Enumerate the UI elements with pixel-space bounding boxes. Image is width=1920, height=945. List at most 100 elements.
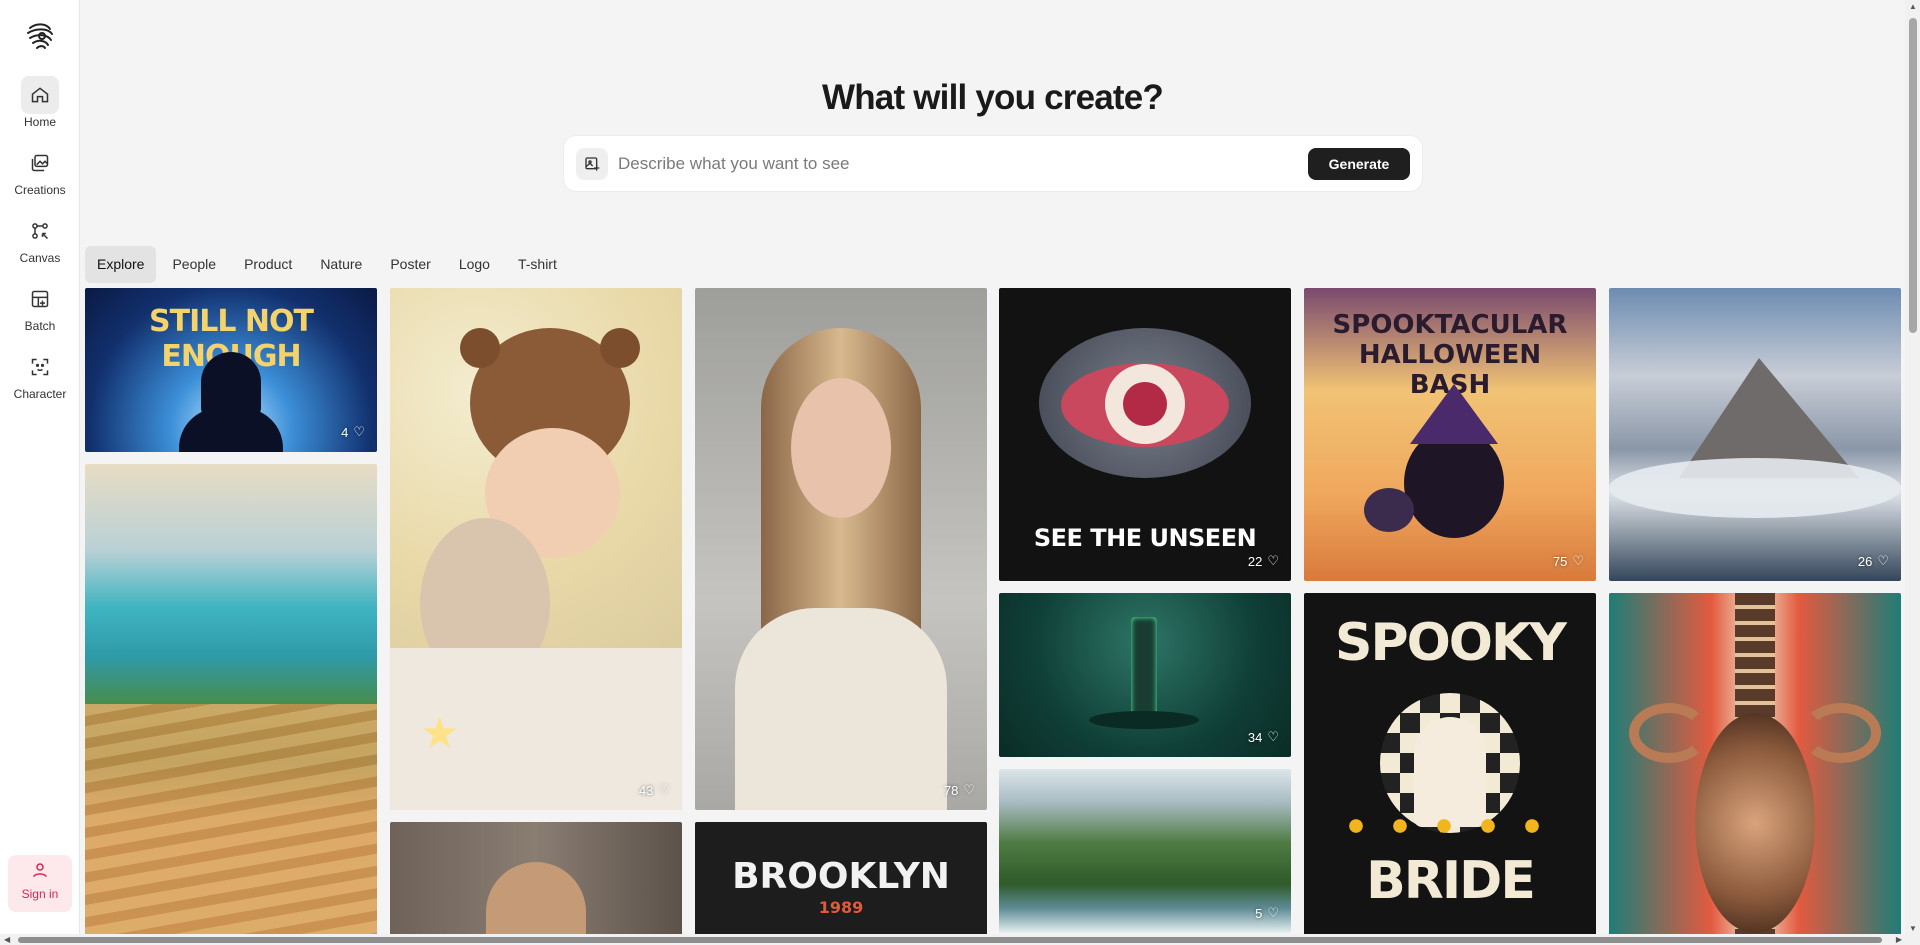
sidebar-item-label: Creations bbox=[14, 183, 66, 197]
scroll-right-icon[interactable]: ▶ bbox=[1896, 935, 1902, 944]
category-tabs: Explore People Product Nature Poster Log… bbox=[85, 246, 569, 283]
like-count[interactable]: 5 ♡ bbox=[1255, 905, 1279, 921]
images-icon bbox=[21, 144, 59, 182]
heart-icon: ♡ bbox=[1267, 729, 1279, 744]
card-art-text: BROOKLYN bbox=[732, 856, 950, 897]
tab-tshirt[interactable]: T-shirt bbox=[506, 246, 569, 283]
sidebar-item-creations[interactable]: Creations bbox=[0, 144, 80, 204]
sidebar-item-canvas[interactable]: Canvas bbox=[0, 212, 80, 272]
sign-in-button[interactable]: Sign in bbox=[8, 855, 72, 912]
brand-logo-icon[interactable] bbox=[24, 20, 56, 52]
user-icon bbox=[31, 863, 49, 883]
sign-in-label: Sign in bbox=[21, 887, 59, 901]
tab-people[interactable]: People bbox=[160, 246, 228, 283]
gallery-card[interactable] bbox=[85, 464, 377, 935]
prompt-bar: Generate bbox=[564, 136, 1422, 191]
product-bottle bbox=[1131, 617, 1157, 717]
tab-nature[interactable]: Nature bbox=[308, 246, 374, 283]
batch-icon bbox=[21, 280, 59, 318]
like-count-value: 22 bbox=[1247, 553, 1263, 569]
heart-icon: ♡ bbox=[658, 782, 670, 797]
silhouette-shoulders bbox=[179, 408, 283, 452]
tab-poster[interactable]: Poster bbox=[378, 246, 442, 283]
sidebar-item-batch[interactable]: Batch bbox=[0, 280, 80, 340]
turban-shape bbox=[486, 862, 586, 935]
scroll-up-icon[interactable]: ▲ bbox=[1909, 2, 1917, 11]
sidebar: Home Creations Canvas Batch Character Si… bbox=[0, 0, 80, 935]
like-count[interactable]: 43 ♡ bbox=[639, 782, 670, 798]
heart-icon: ♡ bbox=[963, 782, 975, 797]
like-count[interactable]: 78 ♡ bbox=[944, 782, 975, 798]
scorpion-claw bbox=[1801, 703, 1881, 763]
tab-explore[interactable]: Explore bbox=[85, 246, 157, 283]
card-art-subtext: BRIDE bbox=[1366, 851, 1536, 911]
iris bbox=[1123, 382, 1167, 426]
scorpion-claw bbox=[1629, 703, 1709, 763]
heart-icon: ♡ bbox=[1267, 553, 1279, 568]
card-art-text: SPOOKY bbox=[1335, 613, 1567, 673]
sidebar-item-character[interactable]: Character bbox=[0, 348, 80, 408]
gallery-card[interactable]: ★ 43 ♡ bbox=[390, 288, 682, 810]
cloud-layer bbox=[1609, 458, 1901, 518]
bear-ear bbox=[460, 328, 500, 368]
sidebar-item-label: Home bbox=[23, 115, 56, 129]
like-count[interactable]: 4 ♡ bbox=[341, 424, 365, 440]
turtleneck bbox=[735, 608, 947, 810]
character-icon bbox=[21, 348, 59, 386]
sidebar-item-label: Character bbox=[13, 387, 67, 401]
card-art-subtext: 1989 bbox=[818, 898, 864, 917]
gallery-card[interactable] bbox=[390, 822, 682, 935]
prompt-input[interactable] bbox=[618, 148, 1318, 180]
like-count[interactable]: 34 ♡ bbox=[1248, 729, 1279, 745]
heart-icon: ♡ bbox=[1877, 553, 1889, 568]
image-gallery: STILL NOT ENOUGH 4♡ ★ 43♡ 78♡ BROOKLYN 1… bbox=[85, 288, 1901, 935]
sand-dunes bbox=[85, 704, 377, 935]
black-cat bbox=[1404, 428, 1504, 538]
sidebar-item-label: Canvas bbox=[19, 251, 61, 265]
like-count[interactable]: 75 ♡ bbox=[1553, 553, 1584, 569]
horizontal-scroll-thumb[interactable] bbox=[18, 937, 1882, 943]
witch-hat bbox=[1410, 384, 1498, 444]
gallery-card[interactable]: 78 ♡ bbox=[695, 288, 987, 810]
gallery-card[interactable]: SPOOKTACULAR HALLOWEEN BASH 75 ♡ bbox=[1304, 288, 1596, 581]
bear-ear bbox=[600, 328, 640, 368]
tab-product[interactable]: Product bbox=[232, 246, 304, 283]
sidebar-item-home[interactable]: Home bbox=[0, 76, 80, 136]
gallery-card[interactable] bbox=[1609, 593, 1901, 935]
gallery-card[interactable]: STILL NOT ENOUGH 4♡ bbox=[85, 288, 377, 452]
pedestal bbox=[1089, 711, 1199, 729]
like-count[interactable]: 26 ♡ bbox=[1858, 553, 1889, 569]
gallery-card[interactable]: BROOKLYN 1989 bbox=[695, 822, 987, 935]
scroll-down-icon[interactable]: ▼ bbox=[1909, 924, 1917, 933]
face bbox=[791, 378, 891, 518]
gallery-card[interactable]: SPOOKY BRIDE bbox=[1304, 593, 1596, 935]
vertical-scrollbar[interactable]: ▲ ▼ bbox=[1905, 0, 1920, 935]
sidebar-item-label: Batch bbox=[24, 319, 56, 333]
canvas-icon bbox=[21, 212, 59, 250]
star-light-icon: ★ bbox=[420, 709, 460, 758]
home-icon bbox=[21, 76, 59, 114]
gallery-card[interactable]: 34 ♡ bbox=[999, 593, 1291, 757]
scroll-left-icon[interactable]: ◀ bbox=[4, 935, 10, 944]
heart-icon: ♡ bbox=[353, 424, 365, 439]
like-count[interactable]: 22 ♡ bbox=[1248, 553, 1279, 569]
card-art-text: SEE THE UNSEEN bbox=[1033, 524, 1257, 552]
like-count-value: 78 bbox=[943, 782, 959, 798]
page-title: What will you create? bbox=[821, 78, 1164, 117]
gallery-card[interactable]: 26 ♡ bbox=[1609, 288, 1901, 581]
scorpion-body bbox=[1695, 713, 1815, 933]
gallery-card[interactable]: SEE THE UNSEEN 22 ♡ bbox=[999, 288, 1291, 581]
like-count-value: 43 bbox=[638, 782, 654, 798]
tab-logo[interactable]: Logo bbox=[447, 246, 502, 283]
gallery-card[interactable]: 5 ♡ bbox=[999, 769, 1291, 933]
like-count-value: 5 bbox=[1255, 905, 1263, 921]
like-count-value: 26 bbox=[1857, 553, 1873, 569]
generate-button[interactable]: Generate bbox=[1308, 148, 1410, 180]
cauldron bbox=[1364, 488, 1414, 532]
horizontal-scrollbar[interactable]: ◀ ▶ bbox=[0, 934, 1920, 945]
heart-icon: ♡ bbox=[1267, 905, 1279, 920]
image-upload-icon[interactable] bbox=[576, 148, 608, 180]
sunflowers bbox=[1334, 811, 1566, 841]
like-count-value: 4 bbox=[341, 424, 349, 440]
vertical-scroll-thumb[interactable] bbox=[1909, 18, 1917, 333]
